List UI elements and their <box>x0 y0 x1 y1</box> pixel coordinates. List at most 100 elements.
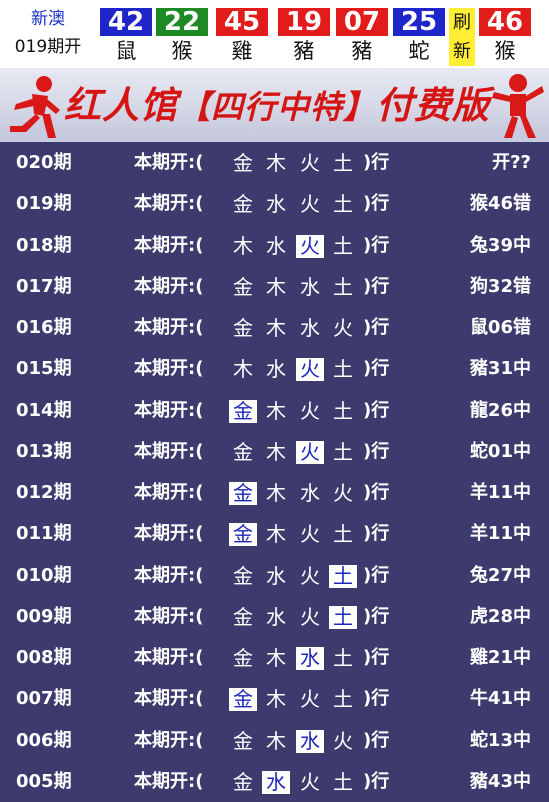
row-suffix: )行 <box>363 193 390 215</box>
table-row: 010期 本期开:(金水火土)行 兔27中 <box>0 555 549 596</box>
element-char: 土 <box>329 564 357 588</box>
red-runner-right-icon <box>492 74 544 138</box>
element-char: 木 <box>266 274 286 299</box>
row-suffix: )行 <box>363 275 390 297</box>
issue-number: 014期 <box>16 399 72 421</box>
table-row: 008期 本期开:(金木水土)行 雞21中 <box>0 637 549 678</box>
refresh-badge[interactable]: 刷 新 <box>449 8 475 66</box>
draw-result: 兔27中 <box>469 564 531 586</box>
row-suffix: )行 <box>363 399 390 421</box>
element-char: 木 <box>266 646 286 670</box>
row-suffix: )行 <box>363 482 390 503</box>
issue-number: 015期 <box>16 358 72 380</box>
element-char: 火 <box>300 192 320 217</box>
row-suffix: )行 <box>363 440 390 462</box>
row-suffix: )行 <box>363 234 390 256</box>
element-char: 金 <box>233 316 253 340</box>
element-char: 火 <box>300 769 320 794</box>
element-char: 火 <box>300 687 320 712</box>
row-prefix: 本期开:( <box>134 317 204 338</box>
red-runner-left-icon <box>10 76 60 138</box>
special-zodiac: 猴 <box>494 39 516 63</box>
element-char: 金 <box>233 646 253 670</box>
row-prefix: 本期开:( <box>134 399 204 421</box>
row-prefix: 本期开:( <box>134 647 204 668</box>
draw-number-ball: 42 <box>100 8 152 36</box>
row-prefix: 本期开:( <box>134 234 204 256</box>
row-prefix: 本期开:( <box>134 770 204 792</box>
element-char: 木 <box>233 233 253 258</box>
row-suffix: )行 <box>363 152 390 173</box>
element-char: 金 <box>233 604 253 629</box>
element-char: 木 <box>266 398 286 423</box>
issue-number: 019期 <box>16 193 72 215</box>
draw-result: 羊11中 <box>469 482 531 503</box>
draw-number-ball: 45 <box>216 8 268 36</box>
row-prefix: 本期开:( <box>134 193 204 215</box>
element-char: 金 <box>233 728 253 753</box>
issue-number: 008期 <box>16 647 72 668</box>
row-prefix: 本期开:( <box>134 358 204 380</box>
element-char: 火 <box>300 398 320 423</box>
element-char: 木 <box>266 439 286 464</box>
element-char: 木 <box>266 316 286 340</box>
row-prefix: 本期开:( <box>134 152 204 173</box>
row-prefix: 本期开:( <box>134 482 204 503</box>
refresh-badge-top: 刷 <box>453 12 471 33</box>
issue-number: 011期 <box>16 523 72 545</box>
element-char: 火 <box>300 604 320 629</box>
row-prefix: 本期开:( <box>134 729 204 751</box>
issue-number: 007期 <box>16 688 72 710</box>
refresh-badge-bottom: 新 <box>453 41 471 62</box>
element-char: 金 <box>233 274 253 299</box>
table-row: 011期 本期开:(金木火土)行 羊11中 <box>0 513 549 554</box>
element-char: 火 <box>300 563 320 588</box>
row-suffix: )行 <box>363 605 390 627</box>
element-char: 金 <box>233 563 253 588</box>
draw-result: 蛇01中 <box>469 440 531 462</box>
row-prefix: 本期开:( <box>134 688 204 710</box>
element-char: 水 <box>300 274 320 299</box>
draw-header: 新澳 019期开 42 鼠 22 猴 45 雞 19 豬 07 豬 25 蛇 刷 新 46 猴 <box>0 0 549 68</box>
row-suffix: )行 <box>363 523 390 545</box>
draw-result: 豬43中 <box>469 770 531 792</box>
draw-zodiac: 豬 <box>293 39 315 63</box>
issue-number: 005期 <box>16 770 72 792</box>
element-char: 金 <box>233 151 253 175</box>
draw-result: 豬31中 <box>469 358 531 380</box>
draw-result: 蛇13中 <box>469 729 531 751</box>
element-char: 木 <box>266 728 286 753</box>
banner-title-mid: 【四行中特】 <box>178 88 377 126</box>
issue-number: 013期 <box>16 440 72 462</box>
element-char: 火 <box>333 728 353 753</box>
issue-number: 018期 <box>16 234 72 256</box>
element-char: 土 <box>333 274 353 299</box>
draw-result: 牛41中 <box>469 688 531 710</box>
element-char: 土 <box>333 151 353 175</box>
element-char: 金 <box>233 769 253 794</box>
row-prefix: 本期开:( <box>134 605 204 627</box>
draw-result: 猴46错 <box>469 193 531 215</box>
table-row: 017期 本期开:(金木水土)行 狗32错 <box>0 266 549 307</box>
element-char: 金 <box>229 399 257 423</box>
element-char: 火 <box>333 316 353 340</box>
draw-zodiac: 鼠 <box>115 39 137 63</box>
draw-zodiac: 蛇 <box>408 39 430 63</box>
element-char: 土 <box>329 605 357 629</box>
table-row: 016期 本期开:(金木水火)行 鼠06错 <box>0 307 549 348</box>
row-prefix: 本期开:( <box>134 523 204 545</box>
element-char: 水 <box>266 604 286 629</box>
row-suffix: )行 <box>363 729 390 751</box>
element-char: 金 <box>233 439 253 464</box>
page-banner: 红人馆【四行中特】付费版 <box>0 68 549 142</box>
element-char: 水 <box>296 729 324 753</box>
element-char: 金 <box>229 688 257 712</box>
draw-number-ball: 19 <box>278 8 330 36</box>
special-number-ball: 46 <box>479 8 531 36</box>
element-char: 水 <box>296 647 324 670</box>
row-prefix: 本期开:( <box>134 275 204 297</box>
table-row: 020期 本期开:(金木火土)行 开?? <box>0 142 549 183</box>
element-char: 木 <box>266 151 286 175</box>
element-char: 水 <box>266 192 286 217</box>
element-char: 水 <box>300 481 320 505</box>
